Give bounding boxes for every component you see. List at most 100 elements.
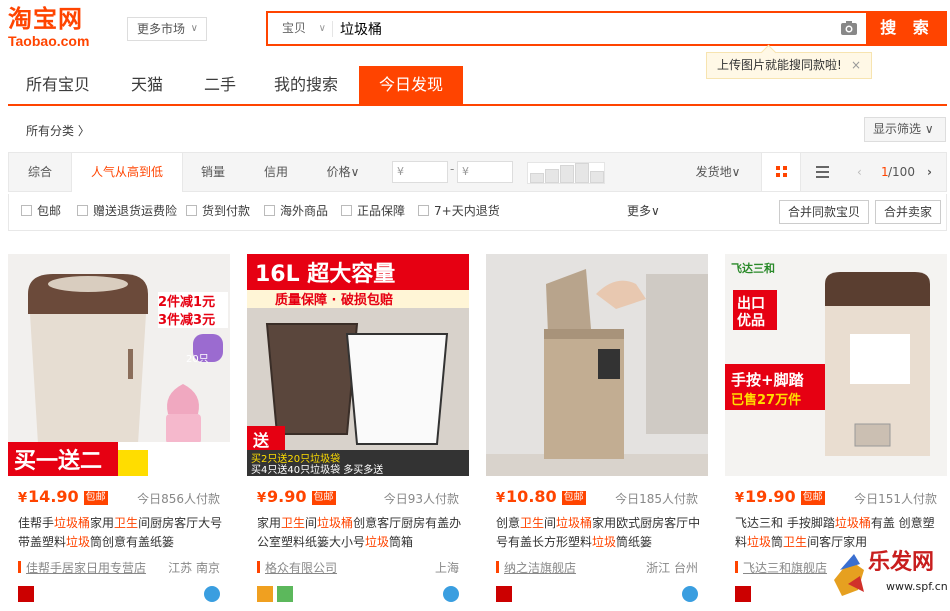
product-card[interactable]: ¥10.80 包邮 今日185人付款 创意卫生间垃圾桶家用欧式厨房客厅中号有盖长方… — [486, 254, 708, 606]
title-part: 飞达三和 手按脚踏 — [735, 516, 835, 530]
bag-count-text: 20只 — [186, 354, 209, 365]
wangwang-icon[interactable] — [682, 586, 698, 602]
free-shipping-badge: 包邮 — [561, 491, 586, 505]
product-title[interactable]: 佳帮手垃圾桶家用卫生间厨房客厅大号带盖塑料垃圾筒创意有盖纸篓 — [18, 514, 224, 554]
checkbox-label: 赠送退货运费险 — [93, 204, 178, 218]
chevron-right-icon[interactable]: › — [927, 153, 932, 191]
product-title[interactable]: 创意卫生间垃圾桶家用欧式厨房客厅中号有盖长方形塑料垃圾筒纸篓 — [496, 514, 702, 554]
shop-icon — [735, 561, 738, 573]
checkbox-return-insurance[interactable]: 赠送退货运费险 — [77, 204, 177, 218]
pager: ‹ 1 /100 › — [849, 153, 947, 191]
verified-icon[interactable] — [277, 586, 293, 602]
checkbox-label: 7+天内退货 — [434, 204, 500, 218]
free-shipping-badge: 包邮 — [800, 491, 825, 505]
deal-count: 今日856人付款 — [137, 492, 220, 506]
grid-view-button[interactable] — [761, 153, 801, 191]
title-part: 间 — [544, 516, 557, 530]
shop-link[interactable]: 飞达三和旗舰店 — [735, 559, 827, 576]
product-price: ¥9.90 包邮 — [257, 487, 336, 509]
checkbox-7day-return[interactable]: 7+天内退货 — [418, 204, 500, 218]
price-max-input[interactable]: ¥ — [457, 161, 513, 183]
location: 浙江 台州 — [646, 561, 698, 575]
product-price: ¥10.80 包邮 — [496, 487, 586, 509]
wangwang-icon[interactable] — [443, 586, 459, 602]
deal-count: 今日151人付款 — [854, 492, 937, 506]
list-view-button[interactable] — [803, 153, 843, 191]
promo-text-2: 3件减3元 — [158, 312, 215, 328]
chevron-left-icon[interactable]: ‹ — [857, 153, 862, 191]
shop-link[interactable]: 佳帮手居家日用专营店 — [18, 559, 146, 576]
free-shipping-badge: 包邮 — [311, 491, 336, 505]
more-options[interactable]: 更多∨ — [627, 204, 660, 218]
title-part: 垃圾桶 — [834, 516, 871, 530]
price-value: 9.90 — [267, 487, 307, 506]
title-part: 卫生 — [520, 516, 545, 530]
watermark-cn: 乐发网 — [868, 549, 935, 575]
product-image[interactable]: 16L 超大容量 质量保障 · 破损包赔 送 买2只送20只垃圾袋 买4只送40… — [247, 254, 469, 476]
checkbox-box[interactable] — [418, 205, 429, 216]
sort-price[interactable]: 价格∨ — [309, 153, 377, 191]
search-input[interactable] — [340, 17, 820, 41]
price-range-histogram[interactable] — [527, 162, 605, 184]
product-price: ¥19.90 包邮 — [735, 487, 825, 509]
category-bar: 所有分类 〉 显示筛选 ∨ — [8, 112, 947, 149]
deal-count: 今日93人付款 — [383, 492, 459, 506]
title-part: 间 — [305, 516, 318, 530]
title-part: 垃圾桶 — [54, 516, 91, 530]
all-categories-link[interactable]: 所有分类 〉 — [26, 122, 90, 139]
sort-popularity[interactable]: 人气从高到低 — [71, 153, 183, 192]
ship-from-select[interactable]: 发货地∨ — [683, 153, 753, 191]
wangwang-icon[interactable] — [204, 586, 220, 602]
product-card[interactable]: 16L 超大容量 质量保障 · 破损包赔 送 买2只送20只垃圾袋 买4只送40… — [247, 254, 469, 606]
product-image[interactable]: 20只 2件减1元 3件减3元 买一送二 — [8, 254, 230, 476]
camera-icon[interactable] — [840, 20, 858, 36]
market-select[interactable]: 更多市场 ∨ — [127, 17, 207, 41]
checkbox-box[interactable] — [341, 205, 352, 216]
currency-symbol: ¥ — [18, 491, 28, 506]
title-part: 卫生 — [783, 535, 808, 549]
checkbox-box[interactable] — [186, 205, 197, 216]
checkbox-overseas[interactable]: 海外商品 — [264, 204, 328, 218]
location: 上海 — [434, 561, 459, 575]
shop-link[interactable]: 纳之洁旗舰店 — [496, 559, 576, 576]
merge-seller-button[interactable]: 合并卖家 — [875, 200, 942, 224]
checkbox-cod[interactable]: 货到付款 — [186, 204, 250, 218]
taobao-logo[interactable]: 淘宝网 Taobao.com — [8, 6, 118, 54]
checkbox-free-shipping[interactable]: 包邮 — [21, 204, 61, 218]
page-total: /100 — [888, 165, 915, 179]
product-title[interactable]: 家用卫生间垃圾桶创意客厅厨房有盖办公室塑料纸篓大小号垃圾筒箱 — [257, 514, 463, 554]
checkbox-box[interactable] — [77, 205, 88, 216]
shop-link[interactable]: 格众有限公司 — [257, 559, 337, 576]
product-image[interactable]: 飞达三和 出口 优品 手按+脚踏 已售27万件 — [725, 254, 947, 476]
sort-credit[interactable]: 信用 — [243, 153, 309, 191]
search-category-select[interactable]: 宝贝 ∨ — [268, 13, 332, 44]
checkbox-box[interactable] — [21, 205, 32, 216]
sort-sales[interactable]: 销量 — [183, 153, 243, 191]
histogram-bar — [530, 173, 544, 183]
price-min-input[interactable]: ¥ — [392, 161, 448, 183]
tab-all-items[interactable]: 所有宝贝 — [8, 66, 108, 104]
checkbox-genuine[interactable]: 正品保障 — [341, 204, 405, 218]
sort-default[interactable]: 综合 — [9, 153, 71, 191]
title-part: 垃圾桶 — [317, 516, 354, 530]
display-filter-button[interactable]: 显示筛选 ∨ — [864, 117, 946, 142]
tab-tmall[interactable]: 天猫 — [108, 66, 186, 104]
merge-same-button[interactable]: 合并同款宝贝 — [779, 200, 870, 224]
product-card[interactable]: 20只 2件减1元 3件减3元 买一送二 ¥14.90 包邮 今日856人付款 佳… — [8, 254, 230, 606]
sold-text: 已售27万件 — [731, 392, 801, 408]
tmall-badge-icon[interactable] — [18, 586, 34, 602]
title-part: 垃圾 — [66, 535, 91, 549]
promo-text-1: 2件减1元 — [158, 294, 215, 310]
promo-banner-text: 买一送二 — [14, 448, 102, 474]
tmall-badge-icon[interactable] — [735, 586, 751, 602]
search-button[interactable]: 搜 索 — [868, 11, 947, 46]
title-part: 垃圾 — [592, 535, 617, 549]
tab-my-search[interactable]: 我的搜索 — [254, 66, 358, 104]
tab-today-discover[interactable]: 今日发现 — [359, 66, 463, 104]
checkbox-box[interactable] — [264, 205, 275, 216]
gold-seller-icon[interactable] — [257, 586, 273, 602]
brand-text: 飞达三和 — [731, 261, 775, 275]
tab-second-hand[interactable]: 二手 — [186, 66, 254, 104]
product-image[interactable] — [486, 254, 708, 476]
tmall-badge-icon[interactable] — [496, 586, 512, 602]
